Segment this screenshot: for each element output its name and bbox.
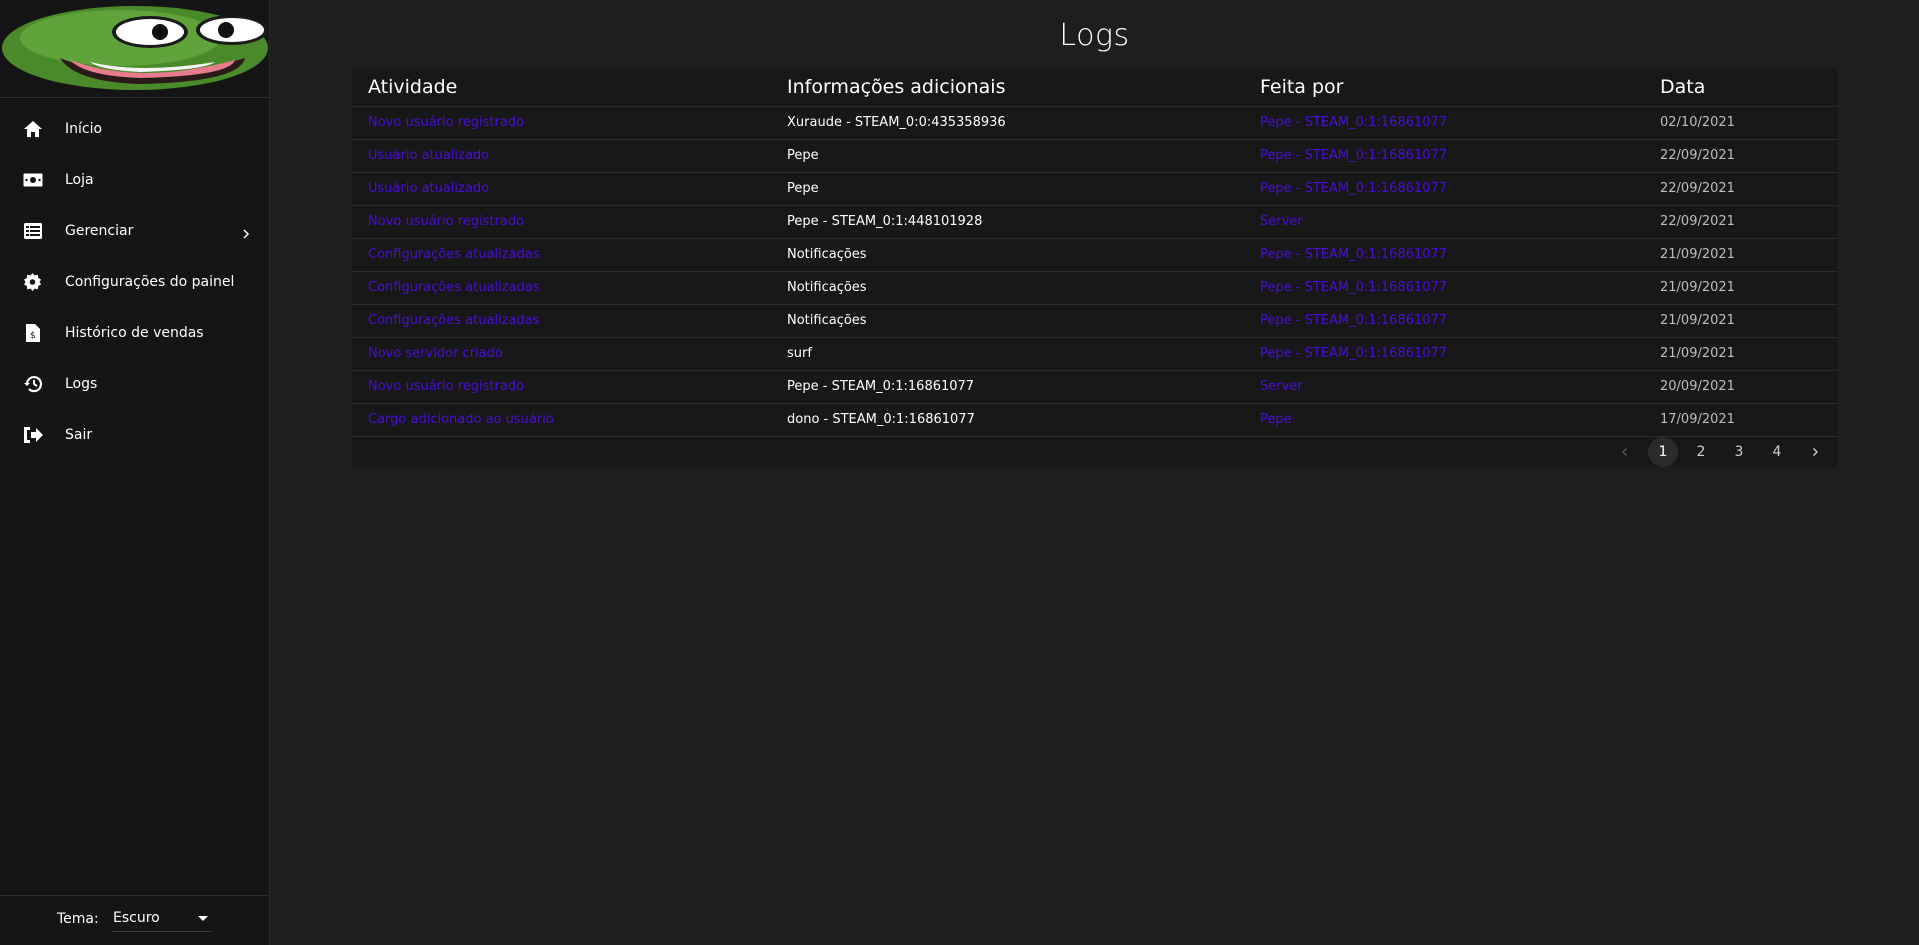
additional-info: Pepe - STEAM_0:1:448101928 — [771, 205, 1244, 239]
activity-link[interactable]: Cargo adicionado ao usuário — [352, 403, 771, 437]
page-button-4[interactable]: 4 — [1762, 437, 1792, 467]
table-row: Configurações atualizadas Notificações P… — [352, 271, 1838, 305]
additional-info: Notificações — [771, 271, 1244, 305]
activity-link[interactable]: Usuário atualizado — [352, 172, 771, 206]
sidebar-item-label: Início — [65, 120, 103, 137]
invoice-icon: $ — [22, 322, 44, 344]
additional-info: Notificações — [771, 304, 1244, 338]
chevron-left-icon — [1622, 447, 1627, 456]
sidebar-item-loja[interactable]: Loja — [0, 154, 270, 205]
date-cell: 22/09/2021 — [1644, 172, 1838, 206]
sidebar-item-label: Configurações do painel — [65, 273, 235, 290]
money-icon — [22, 169, 44, 191]
additional-info: Pepe — [771, 139, 1244, 173]
page-button-3[interactable]: 3 — [1724, 437, 1754, 467]
sidebar-nav: Início Loja Gerenciar Configurações do p… — [0, 103, 270, 460]
activity-link[interactable]: Novo servidor criado — [352, 337, 771, 371]
sidebar-item-logs[interactable]: Logs — [0, 358, 270, 409]
activity-link[interactable]: Novo usuário registrado — [352, 205, 771, 239]
page-title: Logs — [1059, 18, 1130, 53]
column-header-atividade: Atividade — [352, 69, 771, 107]
pagination: 1 2 3 4 — [1598, 436, 1838, 467]
author-link[interactable]: Pepe - STEAM_0:1:16861077 — [1244, 304, 1644, 338]
activity-link[interactable]: Configurações atualizadas — [352, 238, 771, 272]
additional-info: Xuraude - STEAM_0:0:435358936 — [771, 106, 1244, 140]
chevron-right-icon — [240, 225, 252, 239]
table-row: Novo usuário registrado Pepe - STEAM_0:1… — [352, 205, 1838, 239]
table-row: Novo usuário registrado Xuraude - STEAM_… — [352, 106, 1838, 140]
sidebar-item-gerenciar[interactable]: Gerenciar — [0, 205, 270, 256]
column-header-feita-por: Feita por — [1244, 69, 1644, 107]
sidebar-item-label: Gerenciar — [65, 222, 134, 239]
table-row: Usuário atualizado Pepe Pepe - STEAM_0:1… — [352, 139, 1838, 173]
additional-info: Pepe - STEAM_0:1:16861077 — [771, 370, 1244, 404]
sidebar-item-label: Logs — [65, 375, 98, 392]
caret-down-icon — [198, 916, 208, 921]
previous-page-button[interactable] — [1610, 437, 1640, 467]
theme-switcher: Tema: Escuro — [0, 895, 270, 945]
logs-table: Atividade Informações adicionais Feita p… — [352, 69, 1838, 437]
additional-info: surf — [771, 337, 1244, 371]
additional-info: Pepe — [771, 172, 1244, 206]
theme-select-value: Escuro — [113, 910, 160, 926]
activity-link[interactable]: Configurações atualizadas — [352, 271, 771, 305]
sidebar-item-label: Loja — [65, 171, 94, 188]
theme-select[interactable]: Escuro — [112, 904, 212, 932]
app-root: Início Loja Gerenciar Configurações do p… — [0, 0, 1919, 945]
author-link[interactable]: Pepe - STEAM_0:1:16861077 — [1244, 172, 1644, 206]
pepe-logo[interactable] — [0, 0, 270, 98]
sidebar: Início Loja Gerenciar Configurações do p… — [0, 0, 270, 945]
history-icon — [22, 373, 44, 395]
author-link[interactable]: Pepe - STEAM_0:1:16861077 — [1244, 106, 1644, 140]
next-page-button[interactable] — [1800, 437, 1830, 467]
author-link[interactable]: Pepe — [1244, 403, 1644, 437]
activity-link[interactable]: Novo usuário registrado — [352, 106, 771, 140]
activity-link[interactable]: Usuário atualizado — [352, 139, 771, 173]
sidebar-item-inicio[interactable]: Início — [0, 103, 270, 154]
home-icon — [22, 118, 44, 140]
table-row: Cargo adicionado ao usuário dono - STEAM… — [352, 403, 1838, 437]
date-cell: 21/09/2021 — [1644, 238, 1838, 272]
date-cell: 02/10/2021 — [1644, 106, 1838, 140]
column-header-informacoes: Informações adicionais — [771, 69, 1244, 107]
author-link[interactable]: Pepe - STEAM_0:1:16861077 — [1244, 337, 1644, 371]
date-cell: 22/09/2021 — [1644, 139, 1838, 173]
page-button-2[interactable]: 2 — [1686, 437, 1716, 467]
additional-info: dono - STEAM_0:1:16861077 — [771, 403, 1244, 437]
author-link[interactable]: Server — [1244, 370, 1644, 404]
gear-icon — [22, 271, 44, 293]
table-row: Novo usuário registrado Pepe - STEAM_0:1… — [352, 370, 1838, 404]
date-cell: 20/09/2021 — [1644, 370, 1838, 404]
theme-label: Tema: — [57, 911, 99, 927]
author-link[interactable]: Pepe - STEAM_0:1:16861077 — [1244, 238, 1644, 272]
sidebar-item-historico[interactable]: $ Histórico de vendas — [0, 307, 270, 358]
author-link[interactable]: Pepe - STEAM_0:1:16861077 — [1244, 139, 1644, 173]
table-row: Configurações atualizadas Notificações P… — [352, 304, 1838, 338]
page-button-1[interactable]: 1 — [1648, 436, 1678, 467]
list-icon — [22, 220, 44, 242]
sign-out-icon — [22, 424, 44, 446]
svg-text:$: $ — [30, 331, 36, 341]
author-link[interactable]: Pepe - STEAM_0:1:16861077 — [1244, 271, 1644, 305]
date-cell: 17/09/2021 — [1644, 403, 1838, 437]
date-cell: 22/09/2021 — [1644, 205, 1838, 239]
table-row: Configurações atualizadas Notificações P… — [352, 238, 1838, 272]
date-cell: 21/09/2021 — [1644, 337, 1838, 371]
additional-info: Notificações — [771, 238, 1244, 272]
date-cell: 21/09/2021 — [1644, 271, 1838, 305]
logs-table-card: Atividade Informações adicionais Feita p… — [352, 69, 1838, 467]
author-link[interactable]: Server — [1244, 205, 1644, 239]
chevron-right-icon — [1813, 447, 1818, 456]
sidebar-item-label: Sair — [65, 426, 93, 443]
table-header-row: Atividade Informações adicionais Feita p… — [352, 69, 1838, 107]
table-row: Novo servidor criado surf Pepe - STEAM_0… — [352, 337, 1838, 371]
activity-link[interactable]: Configurações atualizadas — [352, 304, 771, 338]
table-row: Usuário atualizado Pepe Pepe - STEAM_0:1… — [352, 172, 1838, 206]
sidebar-item-sair[interactable]: Sair — [0, 409, 270, 460]
sidebar-item-configuracoes[interactable]: Configurações do painel — [0, 256, 270, 307]
activity-link[interactable]: Novo usuário registrado — [352, 370, 771, 404]
date-cell: 21/09/2021 — [1644, 304, 1838, 338]
sidebar-item-label: Histórico de vendas — [65, 324, 204, 341]
column-header-data: Data — [1644, 69, 1838, 107]
